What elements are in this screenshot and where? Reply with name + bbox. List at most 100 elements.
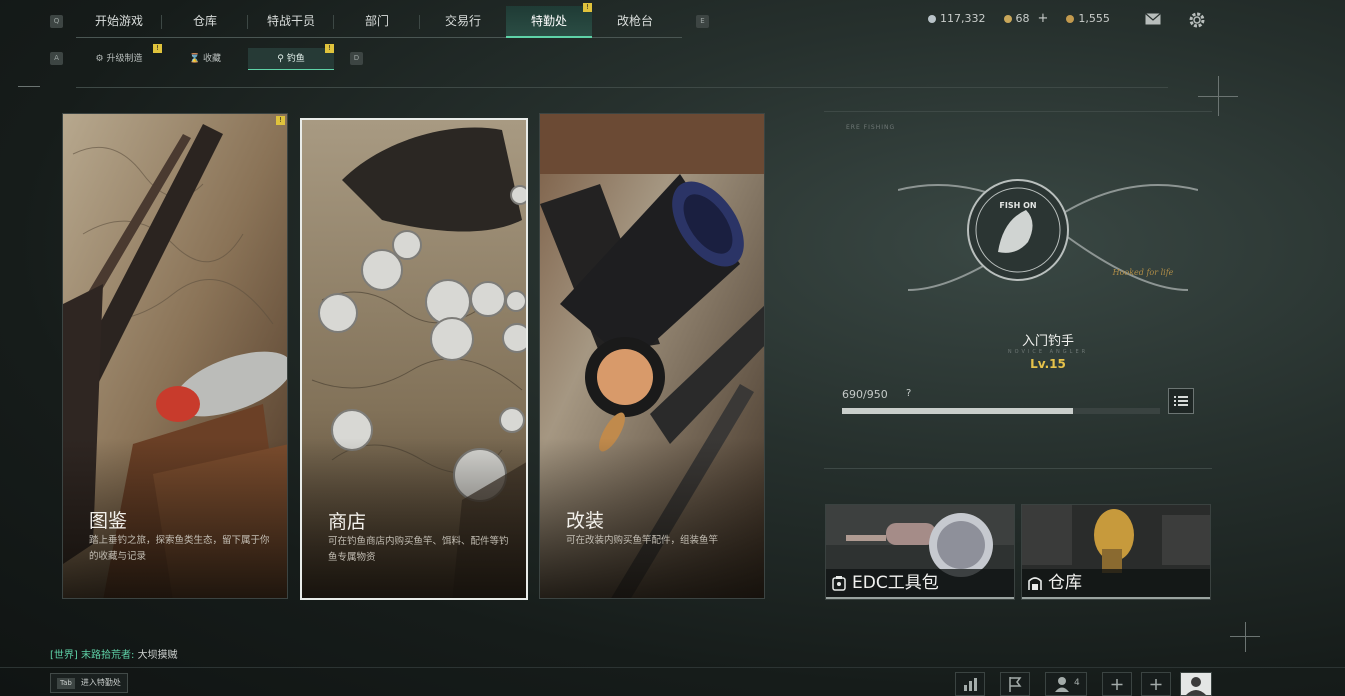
card-description: 踏上垂钓之旅，探索鱼类生态，留下属于你的收藏与记录 xyxy=(89,535,270,562)
tab-trading[interactable]: 交易行 xyxy=(420,6,506,38)
header-divider xyxy=(76,87,1168,88)
notification-badge: ! xyxy=(153,44,162,53)
notification-badge: ! xyxy=(583,3,592,12)
card-title: 商店 xyxy=(328,511,367,533)
currency-value: 1,555 xyxy=(1078,12,1110,25)
currency-value: 117,332 xyxy=(940,12,986,25)
tab-label: 特战干员 xyxy=(266,14,315,28)
tile-edc-toolkit[interactable]: EDC工具包 xyxy=(825,504,1015,600)
flag-button[interactable] xyxy=(1000,672,1030,696)
avatar-image xyxy=(1181,673,1211,695)
add-slot-icon xyxy=(1150,679,1162,690)
subtab-upgrade-crafting[interactable]: ⚙ 升级制造 ! xyxy=(76,44,162,70)
gear-upgrade-icon: ⚙ xyxy=(95,54,104,64)
signature-text: Hooked for life xyxy=(1112,268,1174,277)
tab-special-ops[interactable]: 特勤处 ! xyxy=(506,3,592,38)
tab-label: 开始游戏 xyxy=(94,14,143,28)
add-squad-slot-1[interactable] xyxy=(1102,672,1132,696)
frame-corner xyxy=(1218,76,1219,116)
tile-warehouse[interactable]: 仓库 xyxy=(1021,504,1211,600)
stats-chart-icon xyxy=(964,678,977,691)
tab-label: 特勤处 xyxy=(530,14,567,28)
notification-badge: ! xyxy=(325,44,334,53)
card-encyclopedia[interactable]: ! 图鉴 踏上垂钓之旅，探索鱼类生态，留下属于你的收藏与记录 xyxy=(62,113,288,599)
player-level: Lv.15 xyxy=(1030,357,1066,371)
add-squad-slot-2[interactable] xyxy=(1141,672,1171,696)
level-name: 入门钓手 xyxy=(1021,334,1074,349)
tab-label: 交易行 xyxy=(444,14,481,28)
xp-progress-text: 690/950 xyxy=(842,388,888,401)
fishing-rod-icon: ⚲ xyxy=(277,54,284,64)
tab-warehouse[interactable]: 仓库 xyxy=(162,6,248,38)
xp-progress-fill xyxy=(842,408,1073,414)
prev-tab-key-hint[interactable]: Q xyxy=(50,15,63,28)
bronze-coin-icon xyxy=(1066,14,1075,23)
toolkit-icon xyxy=(832,576,846,591)
sub-nav: ⚙ 升级制造 ! ⌛ 收藏 ⚲ 钓鱼 ! xyxy=(76,44,334,70)
card-description: 可在改装内购买鱼竿配件，组装鱼竿 xyxy=(566,535,719,546)
flag-icon xyxy=(1009,677,1022,692)
currency-gold[interactable]: 68 + xyxy=(1003,11,1049,26)
xp-help-icon[interactable]: ? xyxy=(906,388,911,399)
silver-coin-icon xyxy=(928,14,936,23)
subtab-label: 收藏 xyxy=(203,54,222,64)
warehouse-icon xyxy=(1028,577,1042,590)
tile-label: 仓库 xyxy=(1048,573,1082,593)
level-subtitle: NOVICE ANGLER xyxy=(1007,349,1089,355)
emblem-text: FISH ON xyxy=(999,201,1036,210)
fishing-emblem: FISH ON Hooked for life xyxy=(898,179,1198,291)
hourglass-icon: ⌛ xyxy=(188,54,201,64)
settings-gear-icon[interactable] xyxy=(1188,11,1206,29)
frame-corner xyxy=(18,86,40,87)
tab-operators[interactable]: 特战干员 xyxy=(248,6,334,38)
card-modification[interactable]: 改装 可在改装内购买鱼竿配件，组装鱼竿 xyxy=(539,113,765,599)
bottom-divider xyxy=(0,667,1345,668)
next-tab-key-hint[interactable]: E xyxy=(696,15,709,28)
enter-special-ops-hint[interactable]: Tab 进入特勤处 xyxy=(50,673,128,693)
tab-label: 仓库 xyxy=(192,14,217,28)
subtab-label: 升级制造 xyxy=(106,54,143,64)
squad-count: 4 xyxy=(1074,678,1080,688)
squad-button[interactable]: 4 xyxy=(1045,672,1087,696)
tile-label: EDC工具包 xyxy=(852,573,939,593)
add-slot-icon xyxy=(1111,679,1123,690)
add-currency-button[interactable]: + xyxy=(1038,11,1049,26)
right-panel-top-line xyxy=(824,111,1212,112)
tab-label: 部门 xyxy=(364,14,389,28)
top-nav: 开始游戏 仓库 特战干员 部门 交易行 特勤处 ! 改枪台 xyxy=(76,3,682,38)
prev-subtab-key-hint[interactable]: A xyxy=(50,52,63,65)
tab-department[interactable]: 部门 xyxy=(334,6,420,38)
player-avatar[interactable] xyxy=(1180,672,1212,696)
tile-underline xyxy=(1022,597,1210,599)
subtab-collection[interactable]: ⌛ 收藏 xyxy=(162,48,248,70)
mail-icon[interactable] xyxy=(1145,13,1161,25)
chat-channel: [世界] xyxy=(50,650,78,661)
hint-label: 进入特勤处 xyxy=(80,678,121,687)
right-panel-mid-line xyxy=(824,468,1212,469)
subtab-label: 钓鱼 xyxy=(286,54,305,64)
card-description: 可在钓鱼商店内购买鱼竿、饵料、配件等钓鱼专属物资 xyxy=(328,536,509,563)
notification-badge: ! xyxy=(276,116,285,125)
xp-progress-bar xyxy=(842,408,1160,414)
chat-text: 大坝摸贼 xyxy=(137,650,178,661)
currency-bronze[interactable]: 1,555 xyxy=(1066,11,1110,26)
tab-gunsmith[interactable]: 改枪台 xyxy=(592,6,678,38)
next-subtab-key-hint[interactable]: D xyxy=(350,52,363,65)
squad-icon xyxy=(1055,677,1069,692)
subtab-fishing[interactable]: ⚲ 钓鱼 ! xyxy=(248,44,334,70)
card-title: 改装 xyxy=(566,510,605,532)
tab-key: Tab xyxy=(57,677,75,689)
stats-button[interactable] xyxy=(955,672,985,696)
brand-label: ERE FISHING xyxy=(846,124,896,131)
currency-value: 68 xyxy=(1015,12,1030,25)
chat-message[interactable]: [世界] 末路拾荒者: 大坝摸贼 xyxy=(50,646,178,661)
tile-underline xyxy=(826,597,1014,599)
currency-silver[interactable]: 117,332 xyxy=(928,11,986,26)
tab-label: 改枪台 xyxy=(616,14,653,28)
tab-start-game[interactable]: 开始游戏 xyxy=(76,6,162,38)
list-icon xyxy=(1174,396,1188,406)
currency-bar: 117,332 68 + 1,555 xyxy=(928,11,1110,26)
card-shop[interactable]: 商店 可在钓鱼商店内购买鱼竿、饵料、配件等钓鱼专属物资 xyxy=(300,118,528,600)
card-title: 图鉴 xyxy=(89,510,128,532)
level-rewards-list-button[interactable] xyxy=(1168,388,1194,414)
